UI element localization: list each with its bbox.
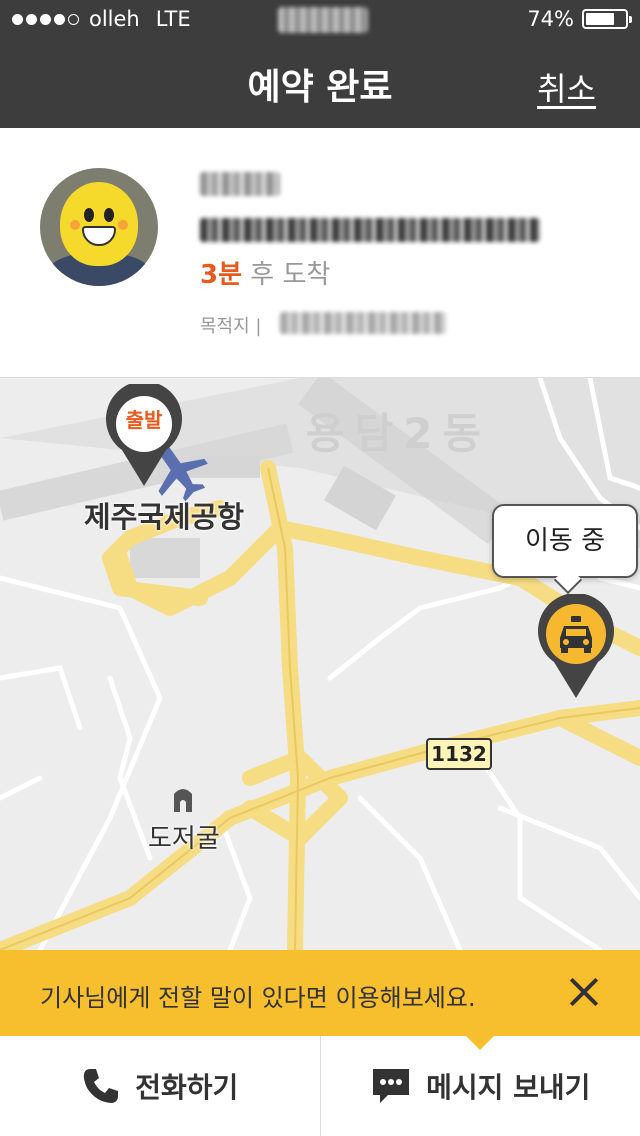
message-hint-text: 기사님에게 전할 말이 있다면 이용해보세요. bbox=[40, 984, 476, 1012]
banner-pointer bbox=[466, 1036, 494, 1050]
nav-bar: 예약 완료 취소 bbox=[0, 40, 640, 128]
status-left: olleh LTE bbox=[12, 7, 191, 31]
destination-label: 목적지 | bbox=[200, 316, 262, 337]
status-bar: olleh LTE 74% bbox=[0, 0, 640, 40]
signal-strength-icon bbox=[12, 13, 79, 25]
phone-icon bbox=[84, 1069, 119, 1103]
chat-bubble-icon bbox=[373, 1069, 410, 1103]
send-message-button[interactable]: 메시지 보내기 bbox=[319, 1036, 640, 1136]
airport-label: 제주국제공항 bbox=[84, 500, 245, 534]
battery-icon bbox=[582, 9, 632, 29]
taxi-status-bubble: 이동 중 bbox=[492, 504, 638, 578]
close-icon[interactable] bbox=[566, 974, 602, 1010]
driver-name-blurred bbox=[200, 172, 280, 196]
driver-avatar bbox=[40, 168, 158, 286]
taxi-icon bbox=[538, 593, 614, 698]
road-number-badge: 1132 bbox=[426, 738, 492, 770]
map-pin-icon bbox=[106, 381, 182, 486]
vehicle-info-blurred bbox=[200, 218, 540, 242]
bottom-action-bar: 전화하기 메시지 보내기 bbox=[0, 1036, 640, 1136]
eta-text: 3분 후 도착 bbox=[200, 254, 330, 291]
driver-card: 3분 후 도착 목적지 | bbox=[0, 128, 640, 378]
district-label: 용담2동 bbox=[306, 409, 492, 458]
call-button[interactable]: 전화하기 bbox=[0, 1036, 320, 1136]
start-location-pin[interactable]: 출발 bbox=[104, 381, 184, 488]
network-label: LTE bbox=[155, 7, 191, 31]
message-hint-banner: 기사님에게 전할 말이 있다면 이용해보세요. bbox=[0, 950, 640, 1050]
eta-minutes: 3분 bbox=[200, 260, 243, 290]
start-pin-label: 출발 bbox=[125, 408, 163, 432]
status-right: 74% bbox=[527, 7, 632, 31]
eta-suffix: 후 도착 bbox=[250, 260, 331, 290]
cancel-button[interactable]: 취소 bbox=[537, 64, 596, 110]
cave-label: 도저굴 bbox=[148, 824, 220, 854]
call-label: 전화하기 bbox=[135, 1071, 239, 1104]
battery-percent: 74% bbox=[527, 7, 574, 31]
destination-blurred bbox=[280, 312, 446, 334]
taxi-location-pin[interactable] bbox=[536, 593, 616, 700]
time-blurred bbox=[278, 7, 368, 33]
carrier-label: olleh bbox=[89, 7, 140, 31]
message-label: 메시지 보내기 bbox=[426, 1071, 591, 1104]
emoji-face-icon bbox=[60, 182, 138, 266]
